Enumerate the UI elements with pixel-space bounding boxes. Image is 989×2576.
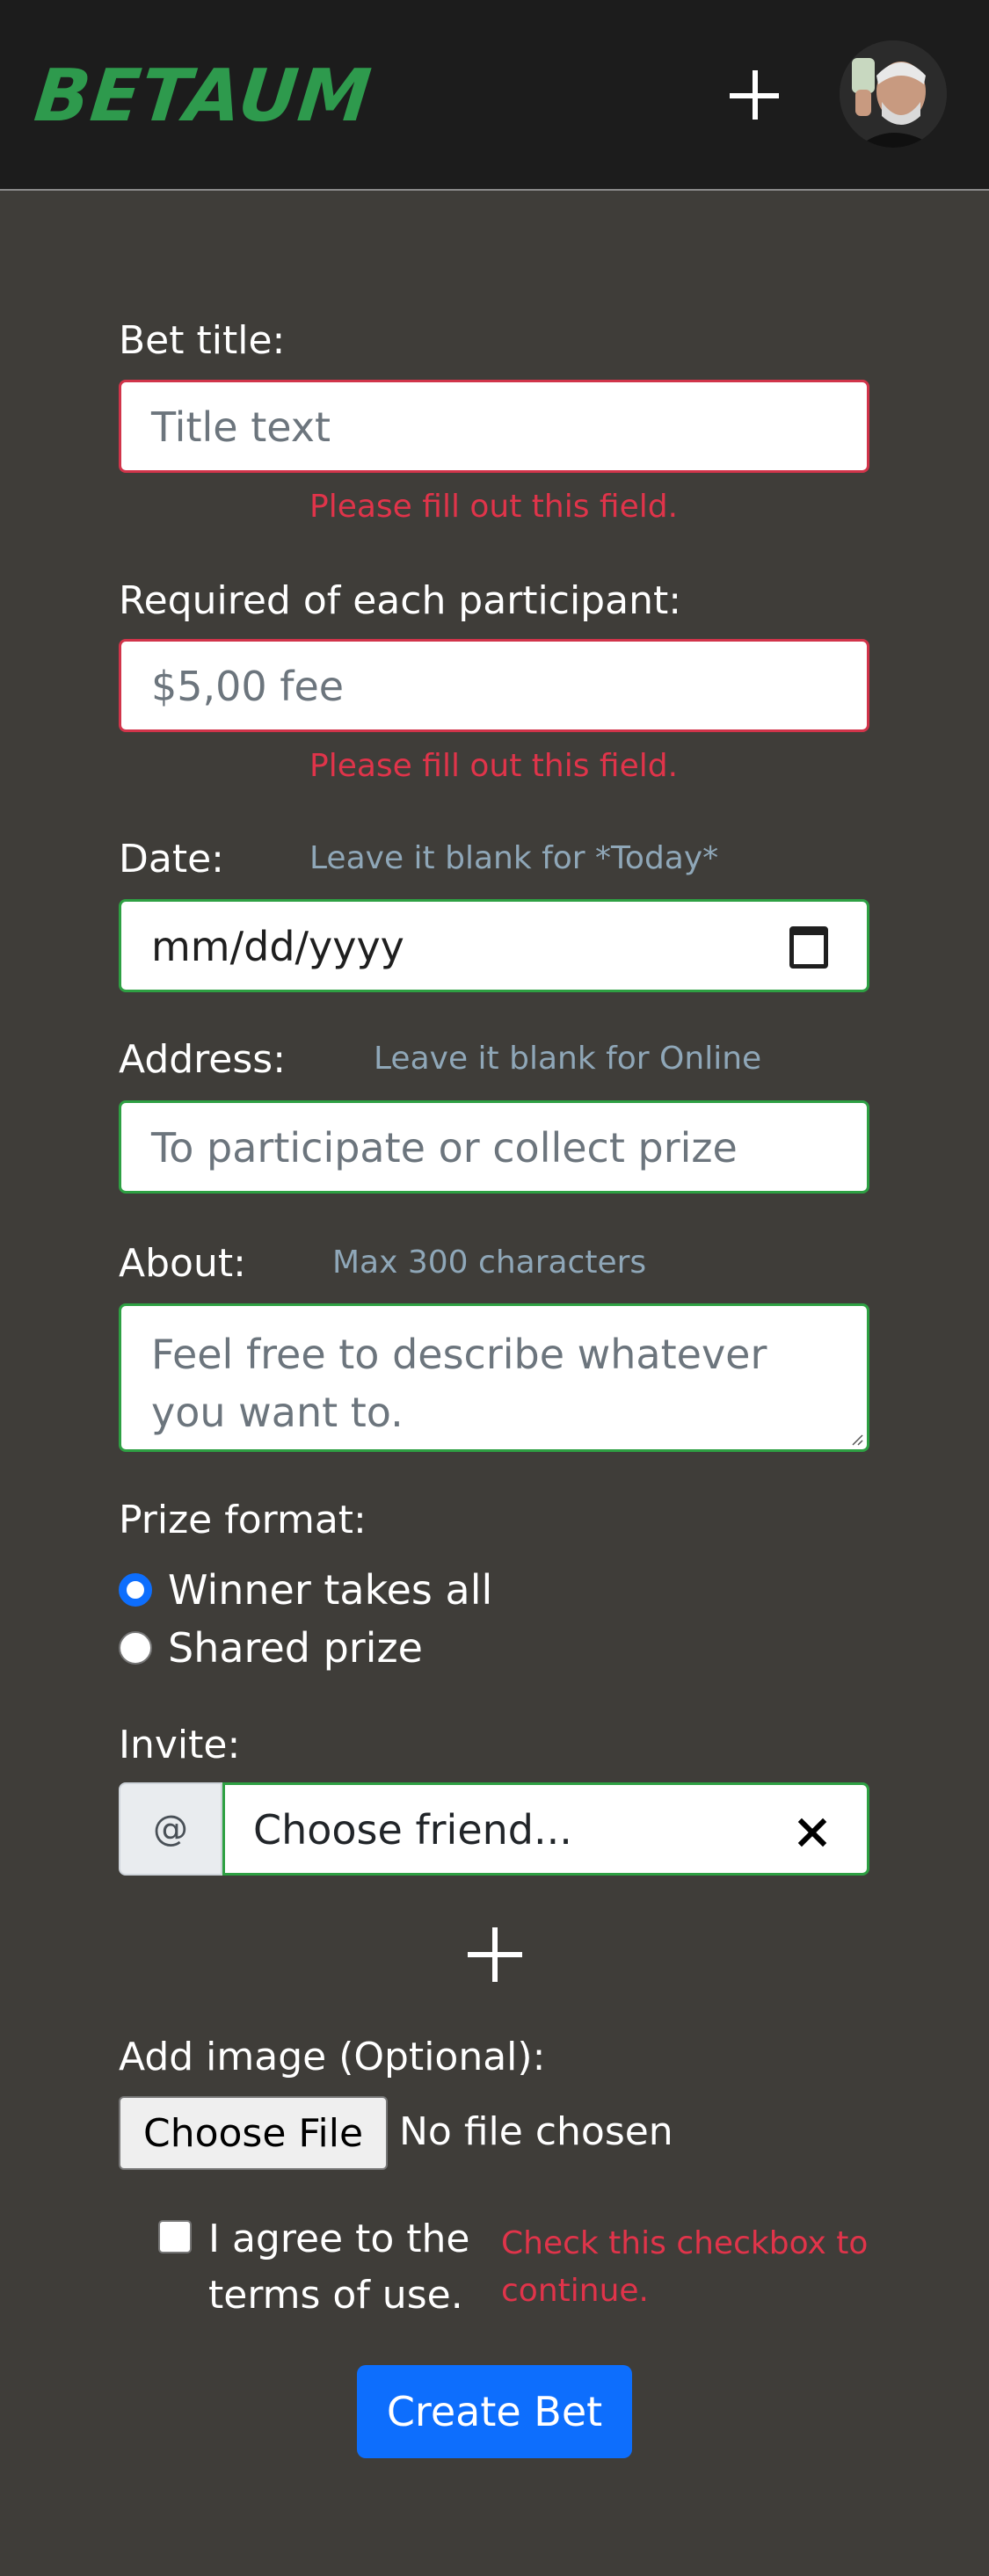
calendar-icon[interactable]	[789, 926, 828, 969]
friend-select-value: Choose friend...	[253, 1806, 572, 1854]
address-hint: Leave it blank for Online	[374, 1041, 762, 1077]
bet-title-input[interactable]: Title text	[119, 380, 869, 473]
radio-winner-label: Winner takes all	[168, 1566, 493, 1614]
prize-option-shared[interactable]: Shared prize	[119, 1624, 423, 1672]
requirement-input[interactable]: $5,00 fee	[119, 639, 869, 732]
terms-checkbox[interactable]	[158, 2220, 192, 2253]
radio-shared-label: Shared prize	[168, 1624, 423, 1672]
bet-title-placeholder: Title text	[151, 403, 331, 451]
date-input[interactable]: mm/dd/yyyy	[119, 899, 869, 992]
address-input[interactable]: To participate or collect prize	[119, 1100, 869, 1194]
requirement-error: Please fill out this field.	[309, 748, 679, 784]
create-bet-button[interactable]: Create Bet	[357, 2365, 632, 2458]
invite-input-group: @ Choose friend...	[119, 1782, 869, 1876]
terms-error: Check this checkbox to continue.	[501, 2225, 869, 2309]
prize-option-winner[interactable]: Winner takes all	[119, 1566, 492, 1614]
choose-file-button[interactable]: Choose File	[119, 2096, 388, 2170]
address-placeholder: To participate or collect prize	[151, 1124, 738, 1172]
image-label: Add image (Optional):	[119, 2035, 546, 2079]
radio-shared[interactable]	[119, 1631, 152, 1665]
resize-grip-icon[interactable]	[851, 1433, 863, 1446]
radio-winner[interactable]	[119, 1573, 152, 1607]
plus-icon[interactable]	[721, 62, 788, 128]
terms-label[interactable]: I agree to the terms of use.	[208, 2211, 498, 2324]
avatar[interactable]	[840, 40, 947, 148]
close-icon[interactable]	[798, 1818, 826, 1847]
requirement-label: Required of each participant:	[119, 578, 682, 623]
about-textarea[interactable]: Feel free to describe whatever you want …	[119, 1303, 869, 1452]
invite-label: Invite:	[119, 1723, 241, 1767]
requirement-placeholder: $5,00 fee	[151, 663, 345, 710]
prize-format-label: Prize format:	[119, 1498, 367, 1542]
at-addon: @	[119, 1782, 222, 1876]
date-hint: Leave it blank for *Today*	[309, 840, 719, 876]
user-avatar-icon	[840, 40, 947, 148]
friend-select[interactable]: Choose friend...	[222, 1782, 869, 1876]
date-placeholder: mm/dd/yyyy	[151, 923, 404, 970]
address-label: Address:	[119, 1037, 287, 1082]
about-hint: Max 300 characters	[332, 1244, 647, 1281]
navbar: BETAUM	[0, 0, 989, 191]
brand-logo[interactable]: BETAUM	[31, 54, 375, 138]
about-placeholder: Feel free to describe whatever you want …	[151, 1331, 767, 1436]
add-invite-plus-icon[interactable]	[468, 1927, 522, 1982]
bet-title-error: Please fill out this field.	[309, 489, 679, 525]
about-label: About:	[119, 1241, 246, 1286]
file-status: No file chosen	[399, 2109, 673, 2154]
date-label: Date:	[119, 837, 224, 882]
bet-title-label: Bet title:	[119, 318, 286, 363]
